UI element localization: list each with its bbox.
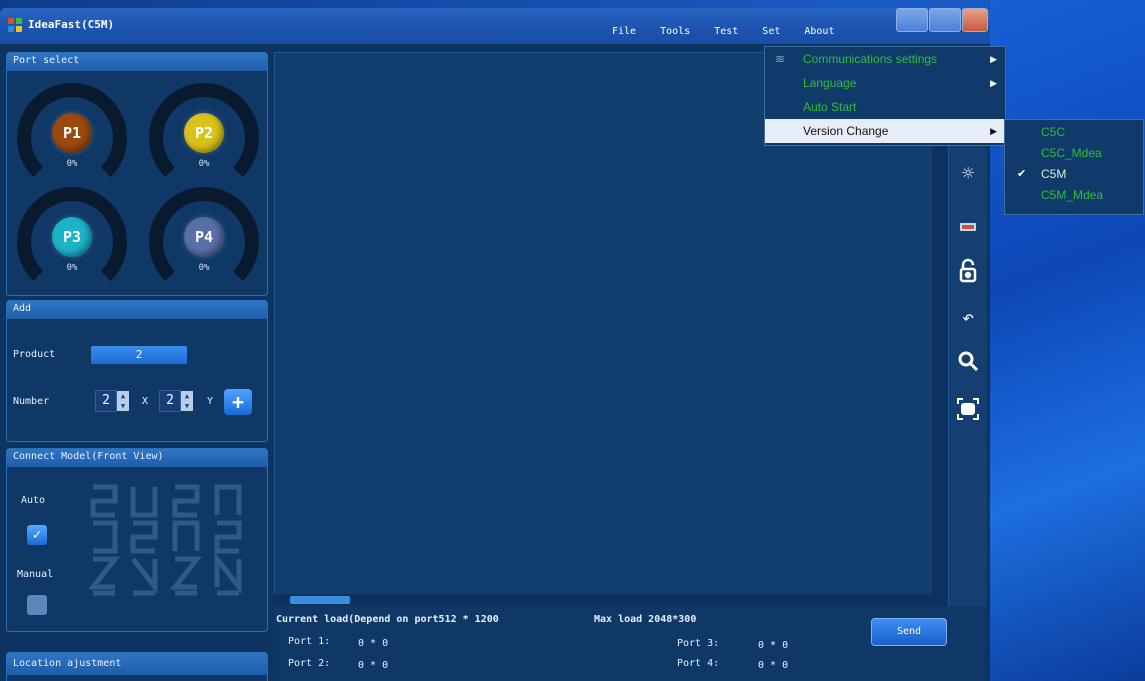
port1-label: Port 1:: [288, 636, 331, 647]
x-label: X: [142, 396, 149, 407]
auto-start-label: Auto Start: [803, 100, 857, 114]
menu-item-communications-settings[interactable]: ≋ Communications settings ▶: [765, 47, 1005, 71]
port-gauge-p2[interactable]: P2 0%: [149, 83, 259, 193]
port-knob-p1: P1: [52, 113, 92, 153]
port-percent-p4: 0%: [198, 263, 210, 273]
product-input[interactable]: 2: [91, 346, 187, 364]
version-item-c5c-mdea[interactable]: C5C_Mdea: [1005, 143, 1143, 164]
x-up-arrow-icon[interactable]: ▲: [117, 391, 129, 401]
port-knob-p4: P4: [184, 217, 224, 257]
number-label: Number: [13, 396, 50, 407]
search-icon[interactable]: [955, 348, 981, 374]
port-percent-p1: 0%: [66, 159, 78, 169]
port3-label: Port 3:: [677, 638, 720, 649]
location-panel: Location ajustment: [6, 652, 268, 681]
number-y-value[interactable]: 2: [159, 390, 181, 412]
maximize-button[interactable]: [929, 8, 961, 32]
version-change-label: Version Change: [803, 124, 889, 138]
add-plus-button[interactable]: +: [224, 389, 252, 415]
port4-value: 0 * 0: [758, 660, 789, 671]
menu-tools[interactable]: Tools: [660, 26, 690, 37]
left-sidebar: Port select P1 0% P2 0% P3 0% P4 0% Add …: [6, 52, 268, 681]
unlock-icon[interactable]: [955, 258, 981, 284]
horizontal-scrollbar[interactable]: [274, 594, 932, 606]
close-button[interactable]: [962, 8, 988, 32]
manual-checkbox[interactable]: [27, 595, 47, 615]
minimize-button[interactable]: [896, 8, 928, 32]
port-select-panel: Port select P1 0% P2 0% P3 0% P4 0%: [6, 52, 268, 297]
connect-model-header: Connect Model(Front View): [7, 449, 267, 467]
submenu-arrow-icon: ▶: [990, 78, 997, 88]
x-down-arrow-icon[interactable]: ▼: [117, 401, 129, 411]
menu-item-language[interactable]: Language ▶: [765, 71, 1005, 95]
menu-gear-icon: ≋: [775, 52, 786, 66]
app-logo-icon: [8, 18, 22, 32]
manual-label: Manual: [17, 569, 54, 580]
port-knob-p2: P2: [184, 113, 224, 153]
port-percent-p2: 0%: [198, 159, 210, 169]
version-item-c5m-mdea[interactable]: C5M_Mdea: [1005, 185, 1143, 206]
number-x-value[interactable]: 2: [95, 390, 117, 412]
y-label: Y: [207, 396, 214, 407]
checkmark-icon: ✓: [32, 527, 42, 543]
port-gauge-p4[interactable]: P4 0%: [149, 187, 259, 297]
language-label: Language: [803, 76, 857, 90]
connect-model-panel: Connect Model(Front View) Auto ✓ Manual: [6, 448, 268, 632]
y-up-arrow-icon[interactable]: ▲: [181, 391, 193, 401]
menu-item-version-change[interactable]: Version Change ▶: [765, 119, 1005, 143]
submenu-arrow-icon: ▶: [990, 54, 997, 64]
version-c5c-mdea-label: C5C_Mdea: [1041, 146, 1102, 160]
scrollbar-thumb[interactable]: [290, 596, 350, 604]
menu-test[interactable]: Test: [714, 26, 738, 37]
version-c5m-mdea-label: C5M_Mdea: [1041, 188, 1104, 202]
port-select-header: Port select: [7, 53, 267, 71]
y-down-arrow-icon[interactable]: ▼: [181, 401, 193, 411]
number-y-stepper[interactable]: 2 ▲ ▼: [159, 390, 193, 412]
add-panel: Add Product 2 Number 2 ▲ ▼ X 2 ▲ ▼ Y +: [6, 300, 268, 442]
lightbulb-icon[interactable]: ☼: [955, 160, 981, 186]
version-item-c5c[interactable]: C5C: [1005, 122, 1143, 143]
port-percent-p3: 0%: [66, 263, 78, 273]
current-load-text: Current load(Depend on port512 * 1200: [276, 614, 499, 625]
product-label: Product: [13, 349, 56, 360]
connection-pattern-preview: [89, 484, 242, 596]
port2-label: Port 2:: [288, 658, 331, 669]
send-button[interactable]: Send: [871, 618, 947, 646]
window-title: IdeaFast(C5M): [28, 18, 115, 31]
submenu-arrow-icon: ▶: [990, 126, 997, 136]
menu-bar: File Tools Test Set About: [612, 26, 858, 37]
version-c5m-label: C5M: [1041, 167, 1067, 181]
auto-checkbox[interactable]: ✓: [27, 525, 47, 545]
port-knob-p3: P3: [52, 217, 92, 257]
menu-about[interactable]: About: [804, 26, 834, 37]
set-dropdown-menu: ≋ Communications settings ▶ Language ▶ A…: [764, 46, 1006, 146]
menu-set[interactable]: Set: [762, 26, 780, 37]
port1-value: 0 * 0: [358, 638, 389, 649]
plus-icon: +: [231, 390, 245, 414]
port2-value: 0 * 0: [358, 660, 389, 671]
menu-item-auto-start[interactable]: Auto Start: [765, 95, 1005, 119]
port-gauge-p1[interactable]: P1 0%: [17, 83, 127, 193]
menu-file[interactable]: File: [612, 26, 636, 37]
add-header: Add: [7, 301, 267, 319]
desktop-background: [990, 0, 1145, 681]
communications-settings-label: Communications settings: [803, 52, 938, 66]
max-load-text: Max load 2048*300: [594, 614, 697, 625]
location-header[interactable]: Location ajustment: [7, 653, 267, 675]
title-bar: IdeaFast(C5M) File Tools Test Set About: [0, 8, 990, 44]
version-submenu: C5C C5C_Mdea ✔ C5M C5M_Mdea: [1004, 119, 1144, 215]
version-c5c-label: C5C: [1041, 125, 1066, 139]
version-item-c5m[interactable]: ✔ C5M: [1005, 164, 1143, 185]
load-status-panel: Current load(Depend on port512 * 1200 Ma…: [274, 606, 986, 681]
port3-value: 0 * 0: [758, 640, 789, 651]
port4-label: Port 4:: [677, 658, 720, 669]
usb-icon[interactable]: [955, 214, 981, 240]
auto-label: Auto: [21, 495, 46, 506]
undo-icon[interactable]: ↶: [955, 304, 981, 330]
checkmark-icon: ✔: [1017, 168, 1027, 180]
fit-screen-icon[interactable]: [955, 396, 981, 422]
number-x-stepper[interactable]: 2 ▲ ▼: [95, 390, 129, 412]
port-gauge-p3[interactable]: P3 0%: [17, 187, 127, 297]
